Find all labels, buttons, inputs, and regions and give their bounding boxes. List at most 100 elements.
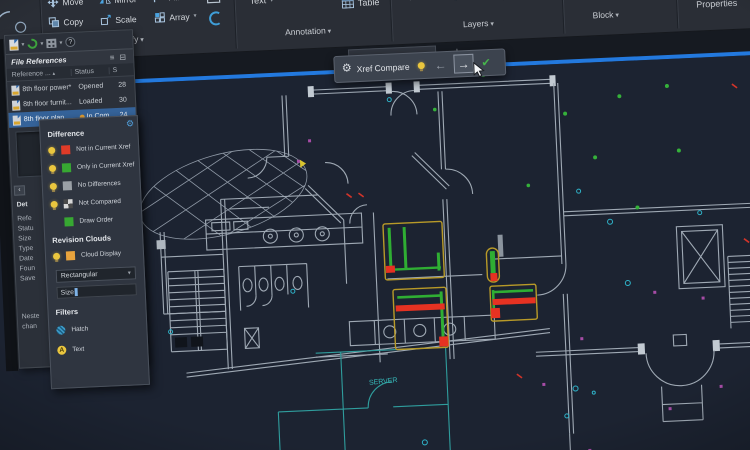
move-label: Move	[62, 0, 83, 7]
ribbon-divider	[233, 0, 237, 49]
bulb-icon[interactable]	[50, 183, 57, 190]
gray-swatch	[63, 181, 72, 190]
hatch-filter-icon	[56, 326, 65, 335]
size-column-header[interactable]: S	[108, 66, 133, 74]
palette-title: File References	[11, 55, 67, 67]
block-panel-label[interactable]: Block	[592, 9, 619, 20]
layer-properties-label: Layer Properties	[397, 0, 432, 2]
previous-difference-button[interactable]: ←	[434, 59, 447, 72]
mirror-button[interactable]: Mirror	[99, 0, 137, 6]
room-label: SERVER	[369, 377, 398, 387]
panel-gear-icon[interactable]: ⚙	[126, 118, 135, 129]
walls	[150, 66, 750, 450]
text-button[interactable]: Text ▾	[249, 0, 273, 6]
ribbon-divider	[388, 0, 392, 41]
xref-settings-gear-icon[interactable]: ⚙	[342, 63, 352, 74]
help-icon[interactable]: ?	[65, 37, 75, 47]
draw-order-swatch	[64, 217, 73, 226]
building-dropdown-chevron[interactable]: ▾	[59, 39, 62, 46]
red-swatch	[61, 145, 70, 154]
move-button[interactable]: Move	[47, 0, 83, 8]
legend-row-no-differences: No Differences	[50, 179, 121, 191]
screenshot-stage: Move Copy Mirror Scale Fillet▾ Array▾ Mo…	[0, 0, 750, 450]
tree-view-icon[interactable]: ⊟	[119, 52, 128, 61]
building-icon[interactable]	[46, 38, 56, 47]
detail-field-label: Refe	[17, 215, 32, 223]
cloud-color-swatch[interactable]	[66, 251, 75, 260]
ribbon-divider	[560, 0, 564, 34]
table-icon	[342, 0, 354, 9]
scale-icon	[100, 14, 111, 25]
details-header: Det	[17, 201, 28, 208]
text-label: Text	[249, 0, 266, 6]
status-column-header[interactable]: Status	[71, 67, 109, 76]
copy-button[interactable]: Copy	[48, 15, 83, 28]
array-button[interactable]: Array▾	[154, 10, 197, 23]
move-icon	[47, 0, 58, 8]
text-caret	[75, 288, 78, 296]
refresh-dropdown-chevron[interactable]: ▾	[40, 40, 43, 47]
detail-field-label: Foun	[19, 265, 35, 273]
copy-label: Copy	[63, 16, 83, 27]
detail-field-label: Save	[20, 275, 36, 283]
yellow-marker	[300, 159, 306, 167]
modify-extra-icons[interactable]	[205, 0, 223, 28]
layers-panel-label[interactable]: Layers	[463, 18, 494, 29]
dwg-file-icon	[13, 115, 21, 125]
scale-label: Scale	[115, 14, 137, 25]
ribbon-divider	[674, 0, 678, 28]
text-dropdown-chevron[interactable]: ▾	[270, 0, 273, 3]
refresh-icon[interactable]	[25, 37, 39, 51]
xref-compare-settings-panel: ⚙ Difference Not in Current Xref Only in…	[39, 115, 150, 389]
mouse-cursor	[473, 61, 487, 78]
properties-panel-label[interactable]: Properties	[696, 0, 737, 10]
chevron-down-icon: ▾	[128, 270, 131, 277]
revision-clouds-header: Revision Clouds	[52, 233, 111, 245]
dwg-file-icon	[11, 85, 19, 95]
text-filter-icon: A	[57, 346, 66, 355]
legend-row-not-compared: Not Compared	[50, 197, 121, 209]
table-button[interactable]: Table	[342, 0, 380, 9]
cloud-bulb-icon[interactable]	[53, 253, 60, 260]
xref-highlight-bulb-icon[interactable]	[417, 62, 424, 69]
palette-note-line: Neste	[22, 313, 40, 321]
collapse-button[interactable]: ‹	[14, 185, 25, 195]
filter-row-text[interactable]: A Text	[57, 345, 84, 355]
detail-field-label: Statu	[18, 225, 34, 233]
fillet-label: Fillet	[168, 0, 186, 2]
filter-row-hatch[interactable]: Hatch	[56, 325, 88, 335]
legend-row-draw-order: Draw Order	[64, 215, 113, 226]
cloud-size-input[interactable]: Size	[56, 283, 136, 299]
cloud-shape-dropdown[interactable]: Rectangular▾	[56, 266, 137, 283]
fillet-icon	[153, 0, 164, 3]
mirror-label: Mirror	[114, 0, 137, 4]
mirror-icon	[99, 0, 110, 6]
list-view-icon[interactable]: ≡	[109, 52, 116, 61]
fillet-button[interactable]: Fillet▾	[153, 0, 193, 3]
array-dropdown-chevron[interactable]: ▾	[193, 12, 196, 19]
checker-swatch	[63, 199, 72, 208]
layer-tools-icons[interactable]	[443, 0, 554, 5]
attach-dwg-icon[interactable]	[9, 39, 18, 50]
autocad-window: Move Copy Mirror Scale Fillet▾ Array▾ Mo…	[0, 0, 750, 450]
layer-properties-button[interactable]: Layer Properties	[397, 0, 438, 2]
bulb-icon[interactable]	[48, 147, 55, 154]
next-difference-button[interactable]: →	[453, 54, 474, 74]
palette-note-line: chan	[22, 323, 37, 331]
reference-column-header[interactable]: Reference ... ▴	[7, 69, 71, 79]
attach-dropdown-chevron[interactable]: ▾	[21, 41, 24, 48]
scale-button[interactable]: Scale	[100, 13, 137, 26]
bulb-icon[interactable]	[51, 201, 58, 208]
array-icon	[154, 12, 165, 23]
legend-row-only-in-current: Only in Current Xref	[49, 160, 135, 173]
difference-header: Difference	[47, 129, 84, 140]
xref-compare-title: Xref Compare	[356, 61, 409, 73]
detail-field-label: Date	[19, 255, 34, 263]
annotation-panel-label[interactable]: Annotation	[285, 25, 332, 37]
table-label: Table	[358, 0, 380, 7]
array-label: Array	[169, 11, 190, 22]
bulb-icon[interactable]	[49, 165, 56, 172]
diff-red-marks	[386, 259, 538, 349]
dwg-file-icon	[12, 100, 20, 110]
legend-row-not-in-current: Not in Current Xref	[48, 142, 131, 155]
